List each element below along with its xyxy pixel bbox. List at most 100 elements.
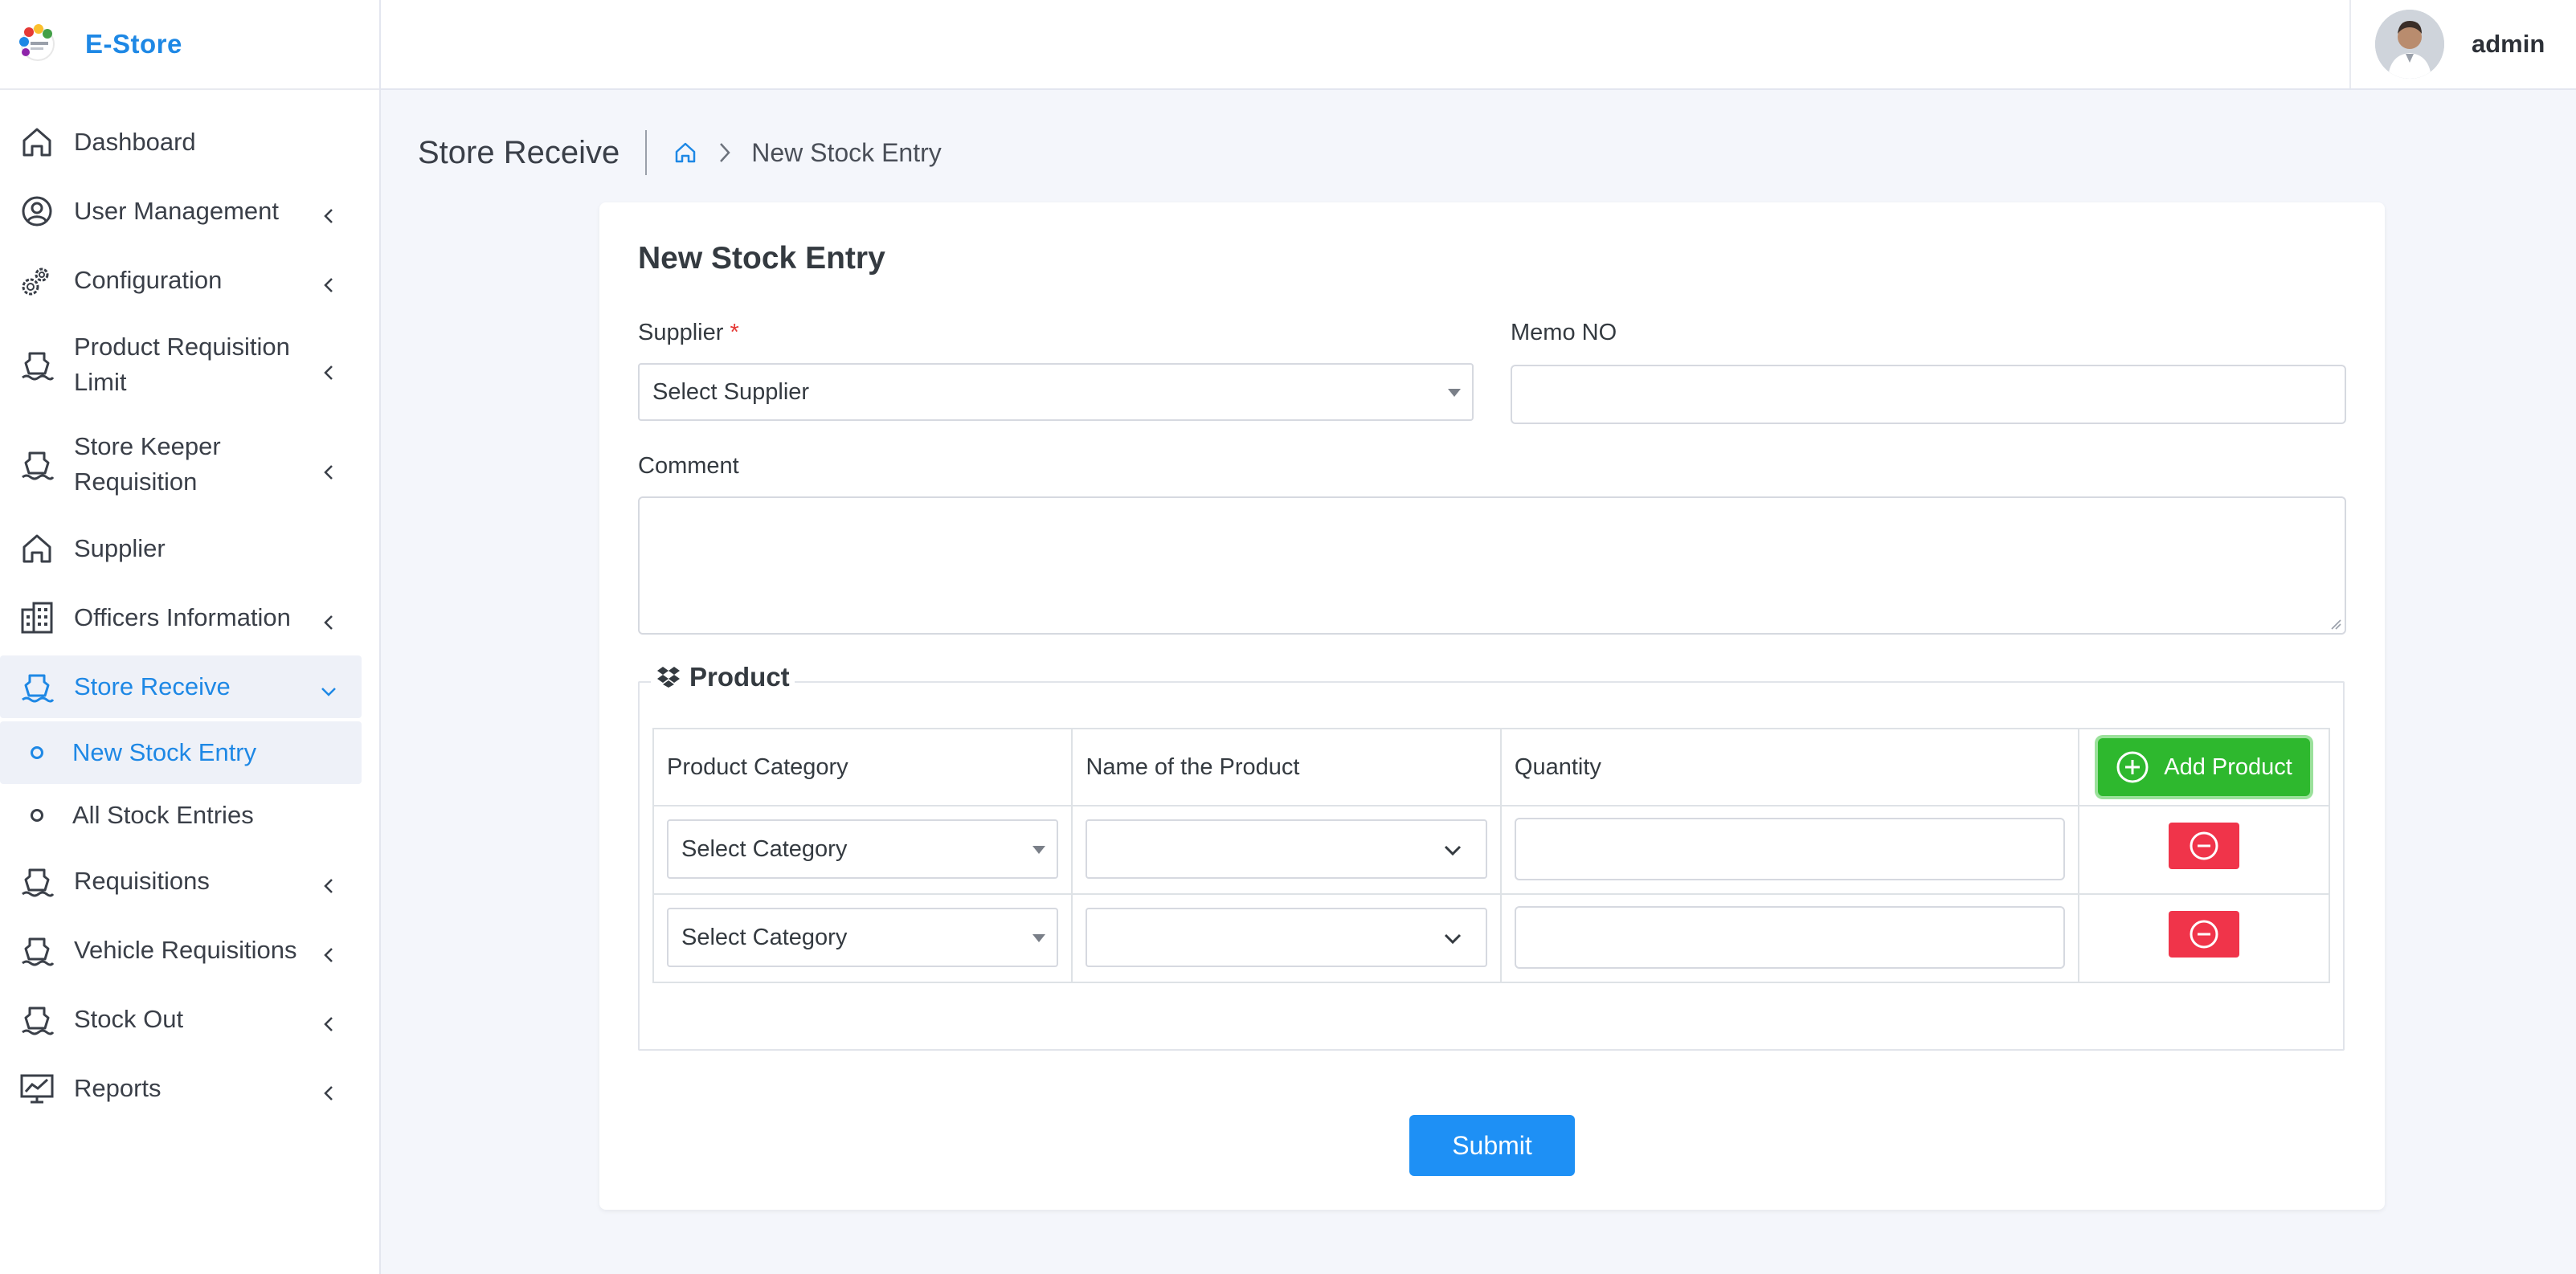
sidebar-item-label: Dashboard xyxy=(74,128,196,156)
sidebar-item-user-management[interactable]: User Management xyxy=(0,177,362,246)
sidebar-menu: Dashboard User Management Configuration … xyxy=(0,90,379,1123)
submit-button[interactable]: Submit xyxy=(1409,1115,1575,1176)
chevron-left-icon xyxy=(320,1011,337,1031)
home-icon xyxy=(19,531,55,566)
sidebar-item-requisitions[interactable]: Requisitions xyxy=(0,847,362,916)
sidebar-item-label: Configuration xyxy=(74,266,223,294)
sidebar-item-label: Vehicle Requisitions xyxy=(74,936,297,964)
user-circle-icon xyxy=(19,194,55,229)
sidebar-subitem-all-stock-entries[interactable]: All Stock Entries xyxy=(0,784,362,847)
quantity-cell xyxy=(1499,893,2080,983)
sidebar-item-label: Stock Out xyxy=(74,1005,184,1033)
remove-row-button[interactable] xyxy=(2169,823,2240,869)
comment-label: Comment xyxy=(638,453,739,479)
brand[interactable]: E-Store xyxy=(0,0,379,90)
caret-down-icon xyxy=(1448,389,1461,397)
product-select[interactable] xyxy=(1086,819,1487,879)
page-title: Store Receive xyxy=(418,130,648,175)
remove-row-button[interactable] xyxy=(2169,911,2240,958)
chevron-down-icon xyxy=(1442,928,1463,949)
product-select[interactable] xyxy=(1086,908,1487,967)
chevron-left-icon xyxy=(320,609,337,630)
chevron-down-icon xyxy=(320,678,337,696)
circle-icon xyxy=(31,746,43,759)
supplier-label-text: Supplier xyxy=(638,320,724,345)
product-table: Product Category Name of the Product Qua… xyxy=(652,728,2330,983)
category-select[interactable]: Select Category xyxy=(667,908,1059,967)
sidebar: E-Store Dashboard User Management Config… xyxy=(0,0,381,1274)
ship-icon xyxy=(19,933,55,968)
required-mark: * xyxy=(730,320,739,345)
sidebar-item-stock-out[interactable]: Stock Out xyxy=(0,985,362,1054)
table-row: Select Category xyxy=(652,805,2330,895)
chevron-left-icon xyxy=(320,1080,337,1100)
product-legend: Product xyxy=(651,662,795,692)
memo-input[interactable] xyxy=(1511,365,2346,424)
memo-label: Memo NO xyxy=(1511,320,1617,345)
caret-down-icon xyxy=(1032,846,1046,854)
plus-circle-icon xyxy=(2116,751,2149,783)
column-header: Product Category xyxy=(652,728,1073,806)
user-name: admin xyxy=(2472,30,2545,58)
sidebar-item-label: Reports xyxy=(74,1074,162,1102)
sidebar-item-label: Supplier xyxy=(74,534,166,562)
ship-icon xyxy=(19,669,55,704)
product-cell xyxy=(1071,893,1502,983)
supplier-select-value: Select Supplier xyxy=(652,378,810,405)
breadcrumb-current: New Stock Entry xyxy=(751,137,942,167)
sidebar-item-configuration[interactable]: Configuration xyxy=(0,246,362,315)
chevron-left-icon xyxy=(320,872,337,893)
user-menu[interactable]: admin xyxy=(2349,0,2576,88)
sidebar-item-officers-information[interactable]: Officers Information xyxy=(0,583,362,652)
supplier-label: Supplier * xyxy=(638,320,739,346)
chevron-left-icon xyxy=(320,202,337,223)
brand-logo-icon xyxy=(14,21,61,67)
circle-icon xyxy=(31,809,43,822)
gears-icon xyxy=(19,263,55,298)
category-cell: Select Category xyxy=(652,893,1073,983)
sidebar-item-label: Requisitions xyxy=(74,867,210,895)
chevron-right-icon xyxy=(716,141,734,165)
product-cell xyxy=(1071,805,1502,895)
avatar[interactable] xyxy=(2375,10,2444,79)
sidebar-item-product-requisition-limit[interactable]: Product Requisition Limit xyxy=(0,315,362,414)
sidebar-item-vehicle-requisitions[interactable]: Vehicle Requisitions xyxy=(0,916,362,985)
category-select[interactable]: Select Category xyxy=(667,819,1059,879)
sidebar-item-reports[interactable]: Reports xyxy=(0,1054,362,1123)
sidebar-item-label: Officers Information xyxy=(74,603,291,631)
sidebar-item-label: Product Requisition Limit xyxy=(74,333,290,396)
sidebar-subitem-label: New Stock Entry xyxy=(72,738,257,766)
brand-name: E-Store xyxy=(85,29,182,59)
breadcrumb-home-icon[interactable] xyxy=(673,140,698,165)
topbar: admin xyxy=(381,0,2576,90)
page-header: Store Receive New Stock Entry xyxy=(418,129,942,177)
resize-grip-icon[interactable] xyxy=(2329,617,2341,630)
chevron-down-icon xyxy=(1442,839,1463,860)
sidebar-subitem-new-stock-entry[interactable]: New Stock Entry xyxy=(0,721,362,784)
table-row: Select Category xyxy=(652,893,2330,983)
caret-down-icon xyxy=(1032,934,1046,942)
column-header: Name of the Product xyxy=(1071,728,1502,806)
chevron-left-icon xyxy=(320,272,337,292)
card-title: New Stock Entry xyxy=(638,241,885,276)
action-cell xyxy=(2078,805,2330,895)
comment-textarea[interactable] xyxy=(638,496,2346,635)
supplier-select[interactable]: Select Supplier xyxy=(638,363,1474,421)
add-product-label: Add Product xyxy=(2164,753,2292,780)
sidebar-item-label: Store Keeper Requisition xyxy=(74,432,221,496)
ship-icon xyxy=(19,1002,55,1037)
building-icon xyxy=(19,600,55,635)
add-product-button[interactable]: Add Product xyxy=(2098,738,2310,796)
column-header: Quantity xyxy=(1499,728,2080,806)
sidebar-item-dashboard[interactable]: Dashboard xyxy=(0,108,362,177)
add-product-cell: Add Product xyxy=(2078,728,2330,806)
quantity-input[interactable] xyxy=(1514,818,2066,880)
sidebar-item-supplier[interactable]: Supplier xyxy=(0,514,362,583)
quantity-input[interactable] xyxy=(1514,906,2066,969)
sidebar-item-store-keeper-requisition[interactable]: Store Keeper Requisition xyxy=(0,414,362,514)
category-cell: Select Category xyxy=(652,805,1073,895)
dropbox-icon xyxy=(657,667,680,688)
sidebar-item-store-receive[interactable]: Store Receive xyxy=(0,655,362,718)
chevron-left-icon xyxy=(320,455,337,480)
ship-icon xyxy=(19,447,55,482)
